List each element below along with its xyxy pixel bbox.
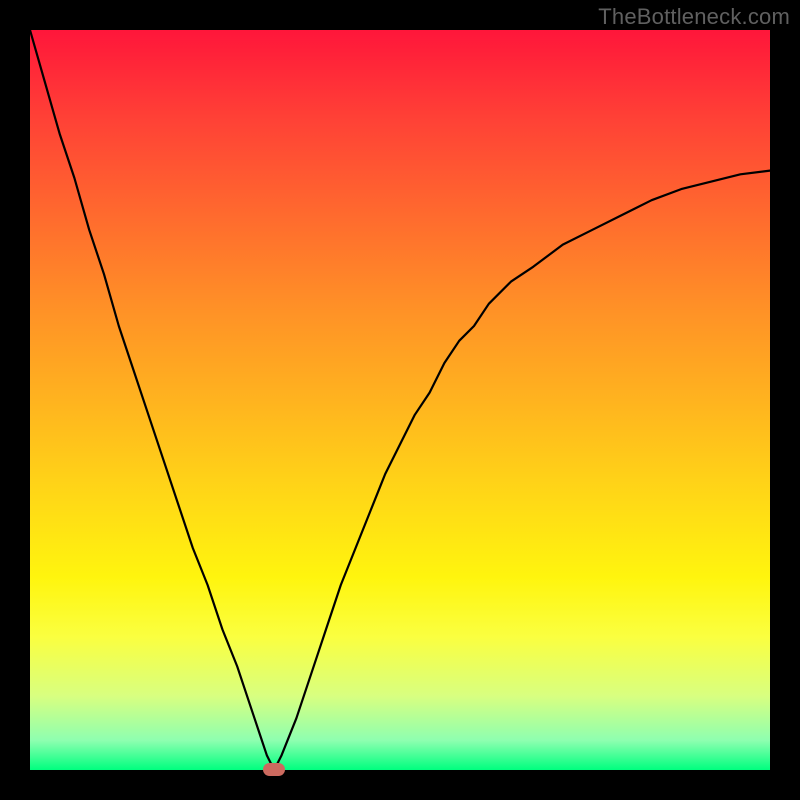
chart-frame: TheBottleneck.com bbox=[0, 0, 800, 800]
watermark-text: TheBottleneck.com bbox=[598, 4, 790, 30]
curve-path bbox=[30, 30, 770, 770]
bottleneck-curve bbox=[30, 30, 770, 770]
min-marker bbox=[263, 763, 285, 776]
plot-area bbox=[30, 30, 770, 770]
